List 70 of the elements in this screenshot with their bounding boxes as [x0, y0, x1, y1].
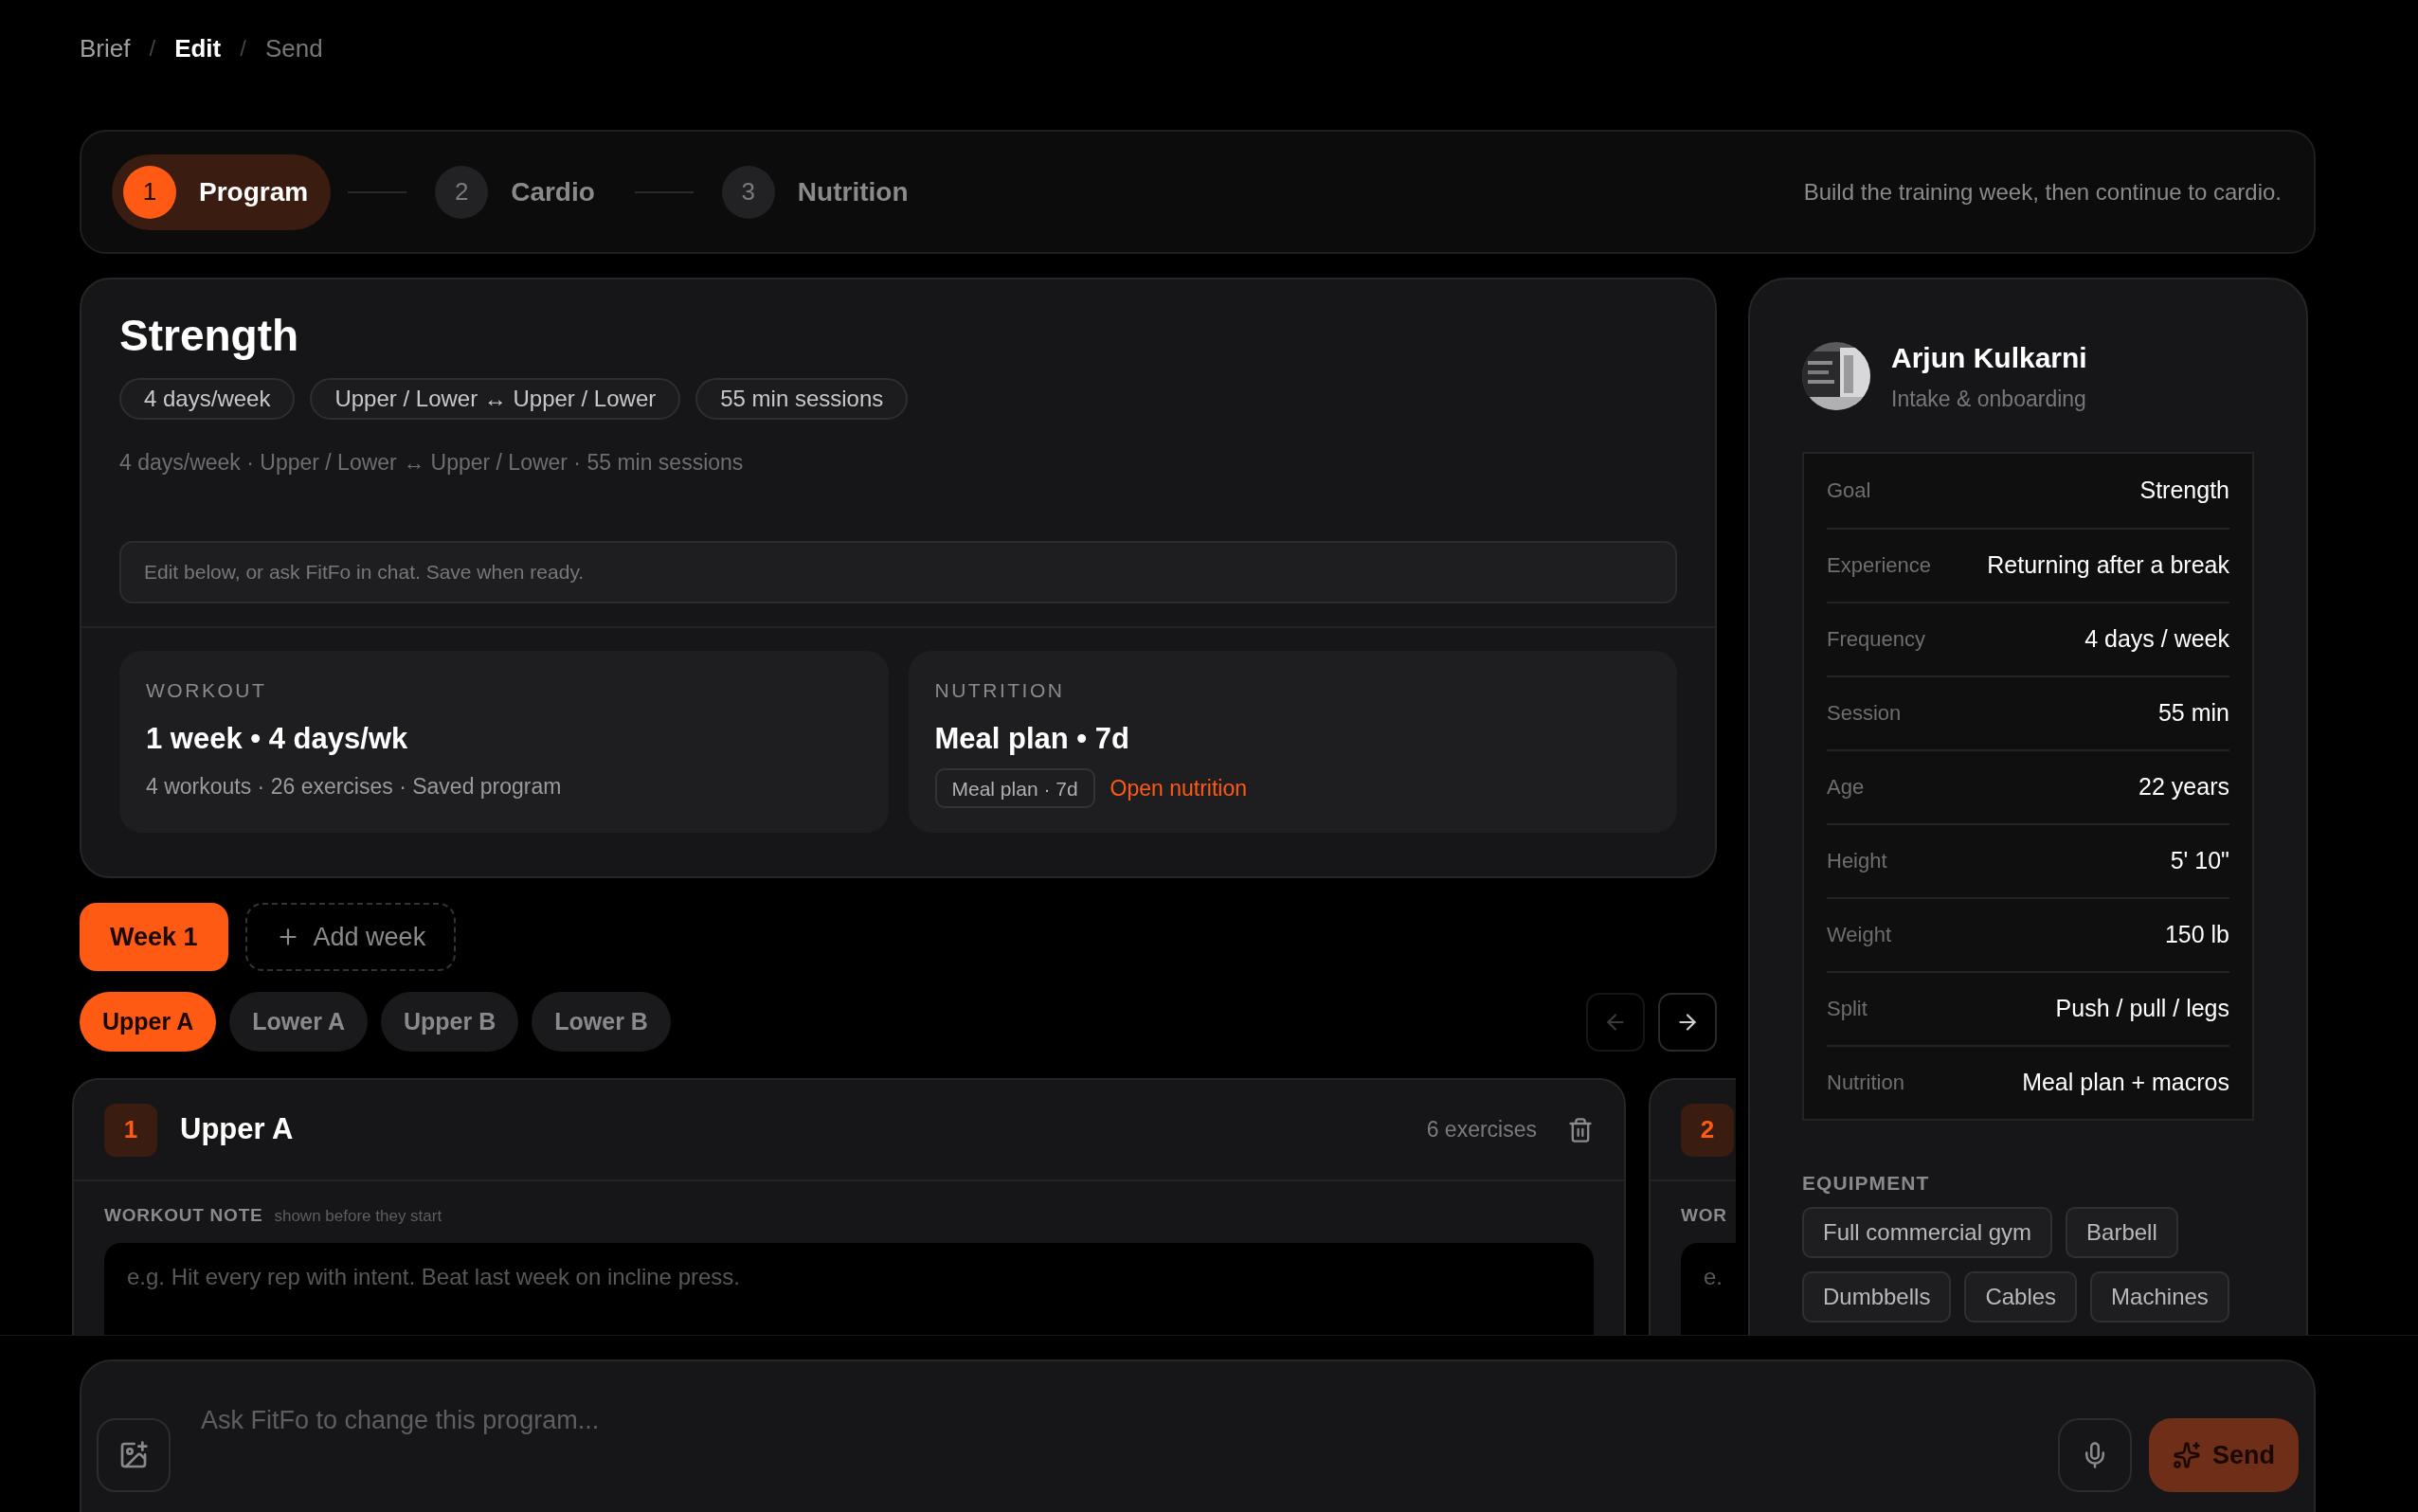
workout-tab[interactable]: Upper A [80, 992, 217, 1052]
breadcrumb-link[interactable]: Send [264, 29, 323, 67]
fact-value: Strength [2139, 475, 2229, 505]
step-hint: Build the training week, then continue to cardio. [1803, 177, 2283, 207]
image-add-icon [118, 1440, 149, 1470]
equipment-tag: Cables [1964, 1271, 2078, 1323]
fact-label: Session [1827, 700, 1902, 727]
note-field[interactable]: e.g. Hit every rep with intent. Beat last week on incline press. [104, 1242, 1594, 1335]
fact-label: Weight [1827, 922, 1892, 948]
workout-tab[interactable]: Upper B [381, 992, 519, 1052]
fact-value: 22 years [2138, 771, 2229, 801]
client-name: Arjun Kulkarni [1891, 341, 2087, 375]
summary-title: 1 week • 4 days/wk [146, 720, 409, 757]
equipment-tag: Machines [2090, 1271, 2229, 1323]
fact-label: Frequency [1827, 626, 1925, 653]
exercise-count: 6 exercises [1426, 1116, 1537, 1144]
summary-label: WORKOUT [146, 678, 268, 704]
attach-image-button[interactable] [97, 1418, 171, 1492]
equipment-tag: Dumbbells [1802, 1271, 1952, 1323]
note-field[interactable]: e. [1681, 1242, 1736, 1335]
next-button[interactable] [1658, 992, 1717, 1052]
fact-label: Split [1827, 996, 1868, 1022]
fact-value: Returning after a break [1987, 549, 2229, 580]
workout-tab[interactable]: Lower B [532, 992, 671, 1052]
mic-button[interactable] [2058, 1418, 2132, 1492]
breadcrumb-separator: / [240, 34, 246, 63]
program-tag: Upper / Lower ↔ Upper / Lower [310, 377, 681, 420]
workout-title: Upper A [180, 1111, 294, 1148]
open-nutrition-link[interactable]: Open nutrition [1110, 772, 1248, 805]
note-label: WOR [1681, 1204, 1727, 1227]
fact-value: 5' 10" [2170, 845, 2229, 875]
workout-number: 1 [104, 1103, 157, 1157]
fact-value: Push / pull / legs [2055, 993, 2229, 1023]
fact-value: 4 days / week [2084, 623, 2229, 654]
summary-label: NUTRITION [934, 678, 1066, 704]
workout-tab[interactable]: Lower A [229, 992, 368, 1052]
program-title: Strength [119, 310, 300, 362]
program-tag: 55 min sessions [695, 377, 909, 420]
fact-value: Meal plan + macros [2022, 1067, 2229, 1097]
note-label: WORKOUT NOTE [104, 1204, 263, 1227]
fact-label: Height [1827, 848, 1887, 874]
step-tab[interactable]: 3 Nutrition [710, 153, 931, 230]
program-tag: 4 days/week [119, 377, 296, 420]
fact-label: Nutrition [1827, 1070, 1904, 1096]
fact-label: Age [1827, 774, 1865, 801]
step-tab[interactable]: 2 Cardio [424, 153, 618, 230]
note-hint: shown before they start [274, 1206, 442, 1227]
chat-input[interactable]: Ask FitFo to change this program... [201, 1399, 2001, 1441]
breadcrumb-link[interactable]: Brief [80, 29, 131, 67]
summary-details: 4 workouts · 26 exercises · Saved program [146, 773, 563, 801]
week-tab[interactable]: Week 1 [80, 903, 228, 971]
fact-label: Goal [1827, 477, 1871, 504]
sparkle-icon [2173, 1441, 2201, 1469]
program-summary: 4 days/week · Upper / Lower ↔ Upper / Lower · 55 min sessions [119, 448, 745, 477]
fact-value: 150 lb [2164, 919, 2229, 949]
meal-plan-tag: Meal plan · 7d [934, 768, 1095, 809]
delete-icon[interactable] [1567, 1116, 1594, 1143]
summary-title: Meal plan • 7d [934, 720, 1130, 757]
fact-value: 55 min [2157, 697, 2229, 728]
step-tab[interactable]: 1 Program [112, 153, 332, 230]
fact-label: Experience [1827, 552, 1932, 579]
breadcrumb-link[interactable]: Edit [174, 29, 222, 67]
add-week-button[interactable]: Add week [244, 903, 457, 971]
breadcrumb-separator: / [149, 34, 156, 63]
edit-field[interactable]: Edit below, or ask FitFo in chat. Save when ready. [119, 541, 1677, 604]
equipment-label: EQUIPMENT [1802, 1170, 1931, 1196]
equipment-tag: Full commercial gym [1802, 1207, 2053, 1258]
workout-number: 2 [1681, 1103, 1734, 1157]
client-subtitle: Intake & onboarding [1891, 386, 2087, 413]
equipment-tag: Barbell [2066, 1207, 2178, 1258]
